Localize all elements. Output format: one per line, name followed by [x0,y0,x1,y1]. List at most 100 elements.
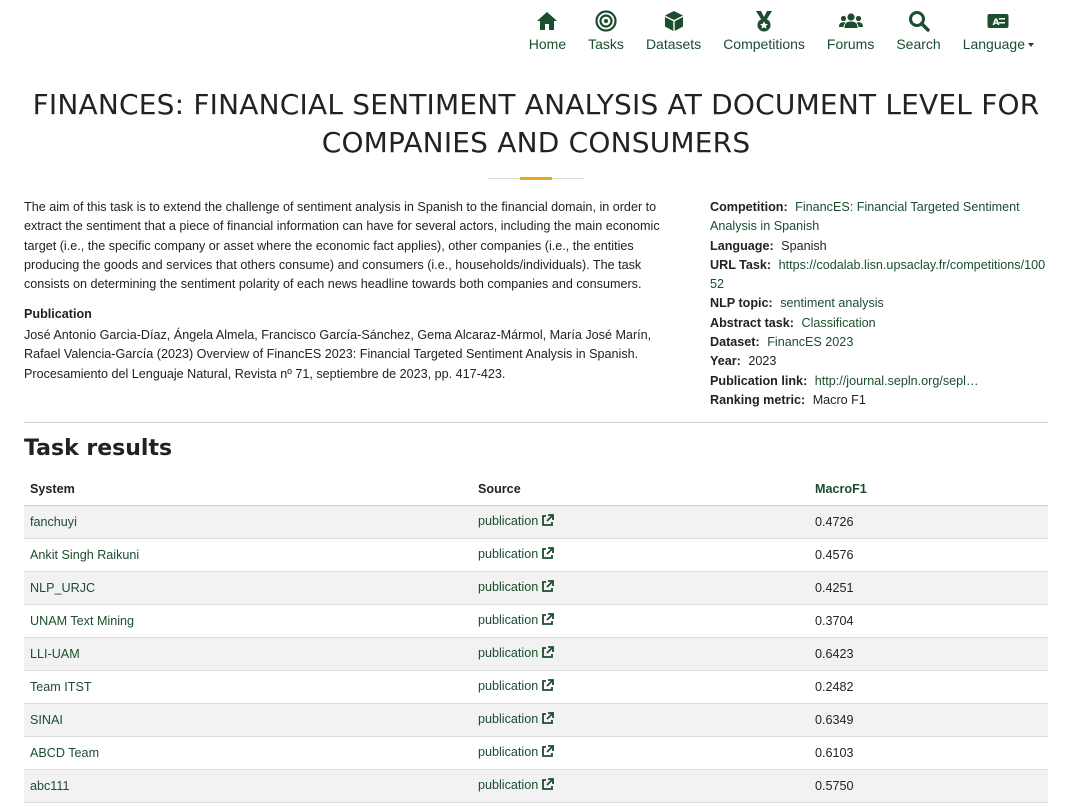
source-publication-link[interactable]: publication [478,745,555,761]
external-link-icon [541,580,555,596]
source-cell: publication [472,604,809,638]
source-publication-link[interactable]: publication [478,712,555,726]
language-icon: A [987,8,1009,34]
score-cell: 0.3704 [809,604,1048,638]
column-header-source: Source [472,473,809,506]
source-label: publication [478,745,539,759]
system-link[interactable]: SINAI [30,713,63,727]
meta-language-key: Language: [710,238,774,253]
dataset-link[interactable]: FinancES 2023 [767,335,853,349]
external-link-icon [541,679,555,695]
svg-text:A: A [993,18,1000,28]
system-cell: Team ITST [24,670,472,704]
source-label: publication [478,580,539,594]
source-cell: publication [472,670,809,704]
score-cell: 0.4576 [809,538,1048,572]
external-link-icon [541,547,555,563]
table-row: UNAM Text Mining publication 0.3704 [24,604,1048,638]
publication-link[interactable]: http://journal.sepln.org/sepl… [815,372,979,391]
chevron-down-icon [1028,43,1034,48]
meta-nlp-topic: NLP topic: sentiment analysis [710,294,1048,313]
meta-dataset-key: Dataset: [710,335,760,350]
source-cell: publication [472,637,809,671]
nav-tasks[interactable]: Tasks [577,8,635,52]
source-label: publication [478,778,539,792]
meta-ranking-metric: Ranking metric: Macro F1 [710,391,1048,410]
table-row: ABCD Team publication 0.6103 [24,736,1048,770]
score-cell: 0.2482 [809,670,1048,704]
score-cell: 0.4726 [809,505,1048,539]
nav-datasets-label: Datasets [645,36,702,52]
external-link-icon [541,613,555,629]
source-publication-link[interactable]: publication [478,514,555,528]
nav-home[interactable]: Home [518,8,577,52]
table-row: abc111 publication 0.5750 [24,769,1048,803]
meta-abstract-task: Abstract task: Classification [710,314,1048,333]
nav-language-label: Language [963,36,1034,52]
results-table: System Source MacroF1 fanchuyi publicatio… [24,473,1048,803]
meta-language-value: Spanish [781,238,827,253]
nav-competitions-label: Competitions [723,36,805,52]
users-icon [838,8,863,34]
search-icon [908,8,930,34]
meta-year-key: Year: [710,354,741,369]
external-link-icon [541,646,555,662]
meta-year-value: 2023 [748,354,777,369]
column-header-macrof1[interactable]: MacroF1 [809,473,1048,506]
meta-language: Language: Spanish [710,237,1048,256]
source-publication-link[interactable]: publication [478,679,555,695]
system-link[interactable]: LLI-UAM [30,647,80,661]
system-link[interactable]: NLP_URJC [30,581,95,595]
system-cell: SINAI [24,703,472,737]
external-link-icon [541,745,555,761]
system-cell: ABCD Team [24,736,472,770]
source-publication-link[interactable]: publication [478,613,555,629]
nav-search-label: Search [896,36,941,52]
meta-abstract-task-key: Abstract task: [710,315,794,330]
table-row: NLP_URJC publication 0.4251 [24,571,1048,605]
results-header-row: System Source MacroF1 [24,473,1048,506]
table-row: fanchuyi publication 0.4726 [24,505,1048,539]
score-cell: 0.4251 [809,571,1048,605]
source-publication-link[interactable]: publication [478,778,555,794]
cube-icon [664,8,684,34]
source-label: publication [478,547,539,561]
home-icon [536,8,558,34]
source-cell: publication [472,571,809,605]
title-divider-accent [520,177,552,180]
source-cell: publication [472,538,809,572]
nav-forums[interactable]: Forums [816,8,885,52]
system-link[interactable]: fanchuyi [30,515,77,529]
source-cell: publication [472,703,809,737]
source-publication-link[interactable]: publication [478,646,555,662]
task-description: The aim of this task is to extend the ch… [24,200,660,292]
meta-ranking-metric-value: Macro F1 [812,392,866,407]
abstract-task-link[interactable]: Classification [802,316,876,330]
nav-datasets[interactable]: Datasets [635,8,712,52]
system-link[interactable]: Team ITST [30,680,92,694]
page-title: FINANCES: FINANCIAL SENTIMENT ANALYSIS A… [32,88,1040,159]
section-divider [24,422,1048,423]
nav-language[interactable]: A Language [952,8,1045,52]
top-nav: Home Tasks Datasets Competitions Forums … [518,8,1045,52]
source-label: publication [478,613,539,627]
source-label: publication [478,679,539,693]
external-link-icon [541,778,555,794]
nlp-topic-link[interactable]: sentiment analysis [780,296,884,310]
system-cell: abc111 [24,769,472,803]
meta-competition: Competition: FinancES: Financial Targete… [710,198,1048,237]
source-publication-link[interactable]: publication [478,547,555,563]
source-cell: publication [472,505,809,539]
system-cell: UNAM Text Mining [24,604,472,638]
source-label: publication [478,712,539,726]
system-link[interactable]: abc111 [30,779,69,793]
system-link[interactable]: Ankit Singh Raikuni [30,548,139,562]
system-link[interactable]: UNAM Text Mining [30,614,134,628]
system-link[interactable]: ABCD Team [30,746,99,760]
source-publication-link[interactable]: publication [478,580,555,596]
nav-search[interactable]: Search [885,8,951,52]
meta-url-task-key: URL Task: [710,257,772,272]
results-body: fanchuyi publication 0.4726 Ankit Singh Rai… [24,505,1048,803]
nav-competitions[interactable]: Competitions [712,8,816,52]
meta-dataset: Dataset: FinancES 2023 [710,333,1048,352]
